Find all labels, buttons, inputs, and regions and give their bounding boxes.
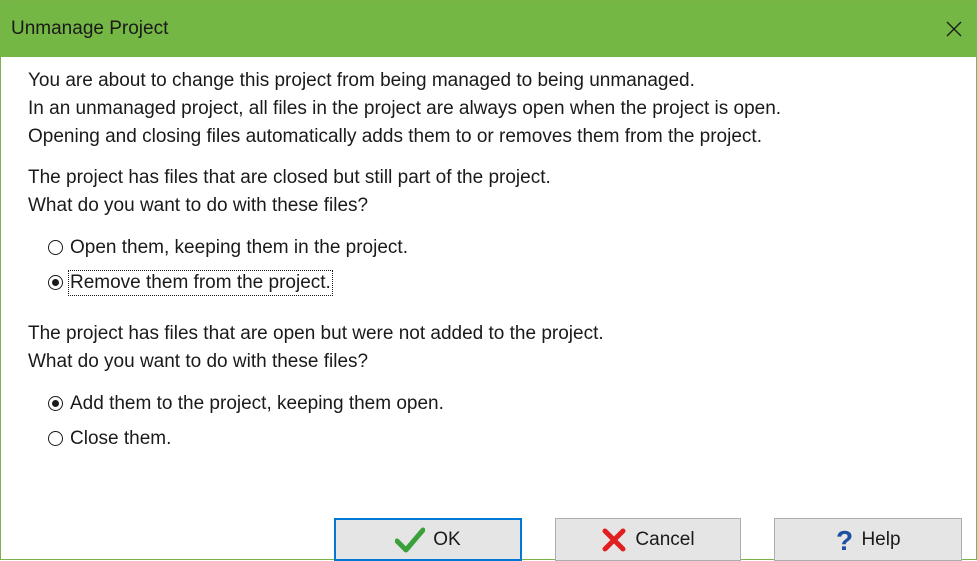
radio-label: Add them to the project, keeping them op… bbox=[70, 392, 444, 414]
ok-label: OK bbox=[433, 528, 461, 550]
intro-line: You are about to change this project fro… bbox=[28, 70, 695, 91]
ok-button[interactable]: OK bbox=[334, 518, 522, 561]
intro-text: You are about to change this project fro… bbox=[28, 67, 976, 151]
dialog-title: Unmanage Project bbox=[11, 18, 169, 39]
radio-remove-them[interactable]: Remove them from the project. bbox=[48, 265, 976, 300]
radio-open-them[interactable]: Open them, keeping them in the project. bbox=[48, 230, 976, 265]
radio-label: Close them. bbox=[70, 427, 172, 449]
intro-line: Opening and closing files automatically … bbox=[28, 126, 762, 147]
radio-button-checked[interactable] bbox=[48, 275, 63, 290]
help-label: Help bbox=[861, 528, 901, 550]
closed-files-options: Open them, keeping them in the project. … bbox=[48, 230, 976, 300]
checkmark-icon bbox=[395, 527, 426, 553]
cancel-label: Cancel bbox=[635, 528, 695, 550]
question-line: What do you want to do with these files? bbox=[28, 195, 369, 216]
question-line: The project has files that are closed bu… bbox=[28, 167, 551, 188]
radio-button[interactable] bbox=[48, 240, 63, 255]
radio-label: Open them, keeping them in the project. bbox=[70, 236, 408, 258]
title-bar[interactable]: Unmanage Project bbox=[1, 1, 976, 57]
close-icon bbox=[946, 21, 962, 37]
intro-line: In an unmanaged project, all files in th… bbox=[28, 98, 782, 119]
radio-close-them[interactable]: Close them. bbox=[48, 421, 976, 456]
open-files-options: Add them to the project, keeping them op… bbox=[48, 386, 976, 456]
radio-button-checked[interactable] bbox=[48, 396, 63, 411]
cancel-button[interactable]: Cancel bbox=[555, 518, 741, 561]
unmanage-project-dialog: Unmanage Project You are about to change… bbox=[0, 0, 977, 561]
help-button[interactable]: ? Help bbox=[774, 518, 962, 561]
question-line: What do you want to do with these files? bbox=[28, 351, 369, 372]
radio-button[interactable] bbox=[48, 431, 63, 446]
radio-add-them[interactable]: Add them to the project, keeping them op… bbox=[48, 386, 976, 421]
radio-label: Remove them from the project. bbox=[68, 269, 333, 296]
open-files-question: The project has files that are open but … bbox=[28, 320, 976, 376]
close-button[interactable] bbox=[932, 1, 976, 57]
dialog-body: You are about to change this project fro… bbox=[1, 57, 976, 456]
question-line: The project has files that are open but … bbox=[28, 323, 604, 344]
cancel-x-icon bbox=[601, 527, 627, 553]
help-question-icon: ? bbox=[835, 527, 853, 553]
svg-text:?: ? bbox=[836, 527, 853, 553]
closed-files-question: The project has files that are closed bu… bbox=[28, 164, 976, 220]
